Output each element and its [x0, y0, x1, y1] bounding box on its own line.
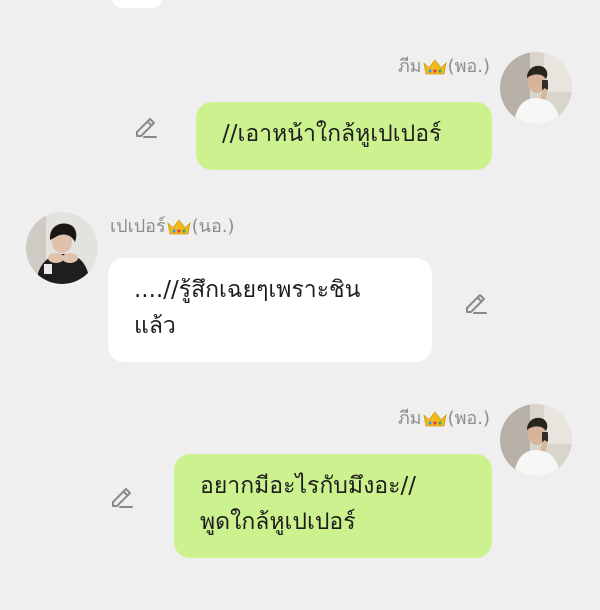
message-bubble[interactable]: //เอาหน้าใกล้หูเปเปอร์ [196, 102, 492, 170]
crown-icon [422, 58, 447, 76]
avatar[interactable] [500, 52, 572, 124]
message-bubble[interactable]: อยากมีอะไรกับมึงอะ// พูดใกล้หูเปเปอร์ [174, 454, 492, 558]
avatar[interactable] [500, 404, 572, 476]
sender-label: เปเปอร์ (นอ.) [110, 216, 235, 238]
message-text-line: //เอาหน้าใกล้หูเปเปอร์ [222, 121, 442, 147]
message-text-line: อยากมีอะไรกับมึงอะ// [200, 473, 416, 499]
message-text-line: พูดใกล้หูเปเปอร์ [200, 509, 356, 535]
message-text-line: ....//รู้สึกเฉยๆเพราะชิน [134, 277, 361, 303]
top-tab-edge [112, 0, 162, 8]
avatar-man-dark-hoodie-icon [26, 212, 98, 284]
sender-tag: (นอ.) [191, 216, 235, 237]
pencil-icon[interactable] [108, 482, 136, 510]
message-text-line: แล้ว [134, 313, 176, 339]
crown-icon [167, 218, 191, 236]
avatar-man-white-shirt-icon [500, 404, 572, 476]
avatar[interactable] [26, 212, 98, 284]
sender-label: ภีม (พอ.) [398, 56, 490, 78]
sender-tag: (พอ.) [447, 56, 490, 77]
sender-name: ภีม [397, 56, 422, 77]
crown-icon [422, 410, 447, 428]
pencil-icon[interactable] [132, 112, 160, 140]
sender-name: ภีม [397, 408, 422, 429]
avatar-man-white-shirt-icon [500, 52, 572, 124]
pencil-icon[interactable] [462, 288, 490, 316]
sender-label: ภีม (พอ.) [398, 408, 490, 430]
sender-tag: (พอ.) [447, 408, 490, 429]
sender-name: เปเปอร์ [110, 216, 166, 237]
message-bubble[interactable]: ....//รู้สึกเฉยๆเพราะชิน แล้ว [108, 258, 432, 362]
